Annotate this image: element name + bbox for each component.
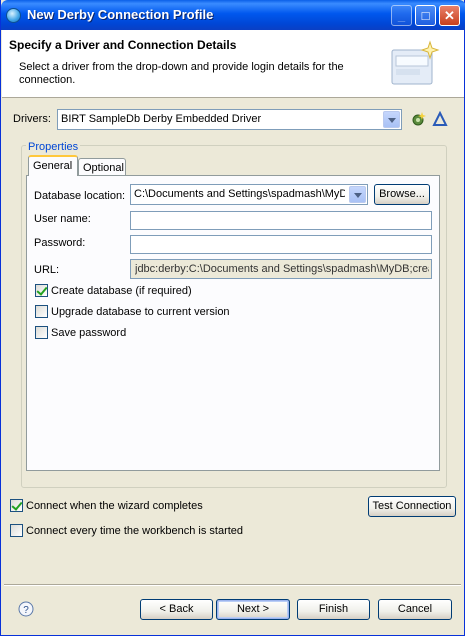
tab-general[interactable]: General: [28, 155, 78, 176]
app-icon: [6, 8, 21, 23]
window-title: New Derby Connection Profile: [27, 7, 214, 22]
chevron-down-icon[interactable]: [383, 111, 400, 128]
connect-when-complete-label[interactable]: Connect when the wizard completes: [26, 500, 203, 512]
dialog-window: New Derby Connection Profile _ □ ✕ Speci…: [0, 0, 465, 636]
title-bar[interactable]: New Derby Connection Profile _ □ ✕: [1, 0, 465, 30]
connect-when-complete-checkbox[interactable]: [10, 499, 23, 512]
close-icon: ✕: [444, 8, 455, 23]
database-location-label: Database location:: [34, 190, 126, 202]
upgrade-database-checkbox[interactable]: [35, 305, 48, 318]
next-button[interactable]: Next >: [216, 599, 290, 620]
help-icon[interactable]: ?: [18, 601, 34, 617]
close-button[interactable]: ✕: [439, 5, 460, 26]
new-driver-icon[interactable]: [410, 111, 426, 127]
page-title: Specify a Driver and Connection Details: [9, 38, 237, 52]
back-button[interactable]: < Back: [140, 599, 213, 620]
drivers-label-text: Drivers:: [13, 113, 51, 125]
tab-optional[interactable]: Optional: [78, 158, 126, 176]
tab-general-label: General: [33, 160, 73, 172]
maximize-button[interactable]: □: [415, 5, 436, 26]
password-input[interactable]: [130, 235, 432, 254]
chevron-down-icon[interactable]: [349, 186, 366, 203]
wizard-header: Specify a Driver and Connection Details …: [2, 30, 464, 98]
properties-group-title: Properties: [26, 141, 81, 153]
test-connection-button[interactable]: Test Connection: [368, 496, 456, 517]
finish-button[interactable]: Finish: [297, 599, 370, 620]
upgrade-database-label[interactable]: Upgrade database to current version: [51, 306, 230, 318]
connect-every-time-checkbox[interactable]: [10, 524, 23, 537]
password-label-text: Password:: [34, 237, 86, 249]
user-name-input[interactable]: [130, 211, 432, 230]
page-description: Select a driver from the drop-down and p…: [19, 61, 344, 86]
minimize-button[interactable]: _: [391, 5, 412, 26]
tab-optional-label: Optional: [83, 162, 124, 174]
database-location-combo[interactable]: C:\Documents and Settings\spadmash\MyDB: [130, 184, 368, 205]
connect-every-time-label[interactable]: Connect every time the workbench is star…: [26, 525, 243, 537]
svg-text:?: ?: [23, 605, 29, 616]
minimize-icon: _: [397, 8, 406, 23]
create-database-checkbox[interactable]: [35, 284, 48, 297]
user-name-label-text: User name:: [34, 213, 91, 225]
drivers-selected: BIRT SampleDb Derby Embedded Driver: [61, 113, 262, 125]
save-password-checkbox[interactable]: [35, 326, 48, 339]
drivers-label: Drivers:: [13, 113, 51, 125]
footer-divider: [4, 584, 461, 586]
create-database-label[interactable]: Create database (if required): [51, 285, 192, 297]
url-field[interactable]: jdbc:derby:C:\Documents and Settings\spa…: [130, 259, 432, 279]
edit-driver-icon[interactable]: [432, 111, 448, 127]
maximize-icon: □: [421, 8, 430, 23]
user-name-label: User name:: [34, 213, 91, 225]
drivers-dropdown[interactable]: BIRT SampleDb Derby Embedded Driver: [57, 109, 402, 130]
database-location-value: C:\Documents and Settings\spadmash\MyDB: [134, 188, 345, 200]
browse-button[interactable]: Browse...: [374, 184, 430, 205]
url-value: jdbc:derby:C:\Documents and Settings\spa…: [135, 263, 429, 275]
save-password-label[interactable]: Save password: [51, 327, 126, 339]
cancel-button[interactable]: Cancel: [378, 599, 452, 620]
wizard-banner-icon: [391, 40, 440, 85]
password-label: Password:: [34, 237, 85, 249]
url-label: URL:: [34, 264, 60, 276]
